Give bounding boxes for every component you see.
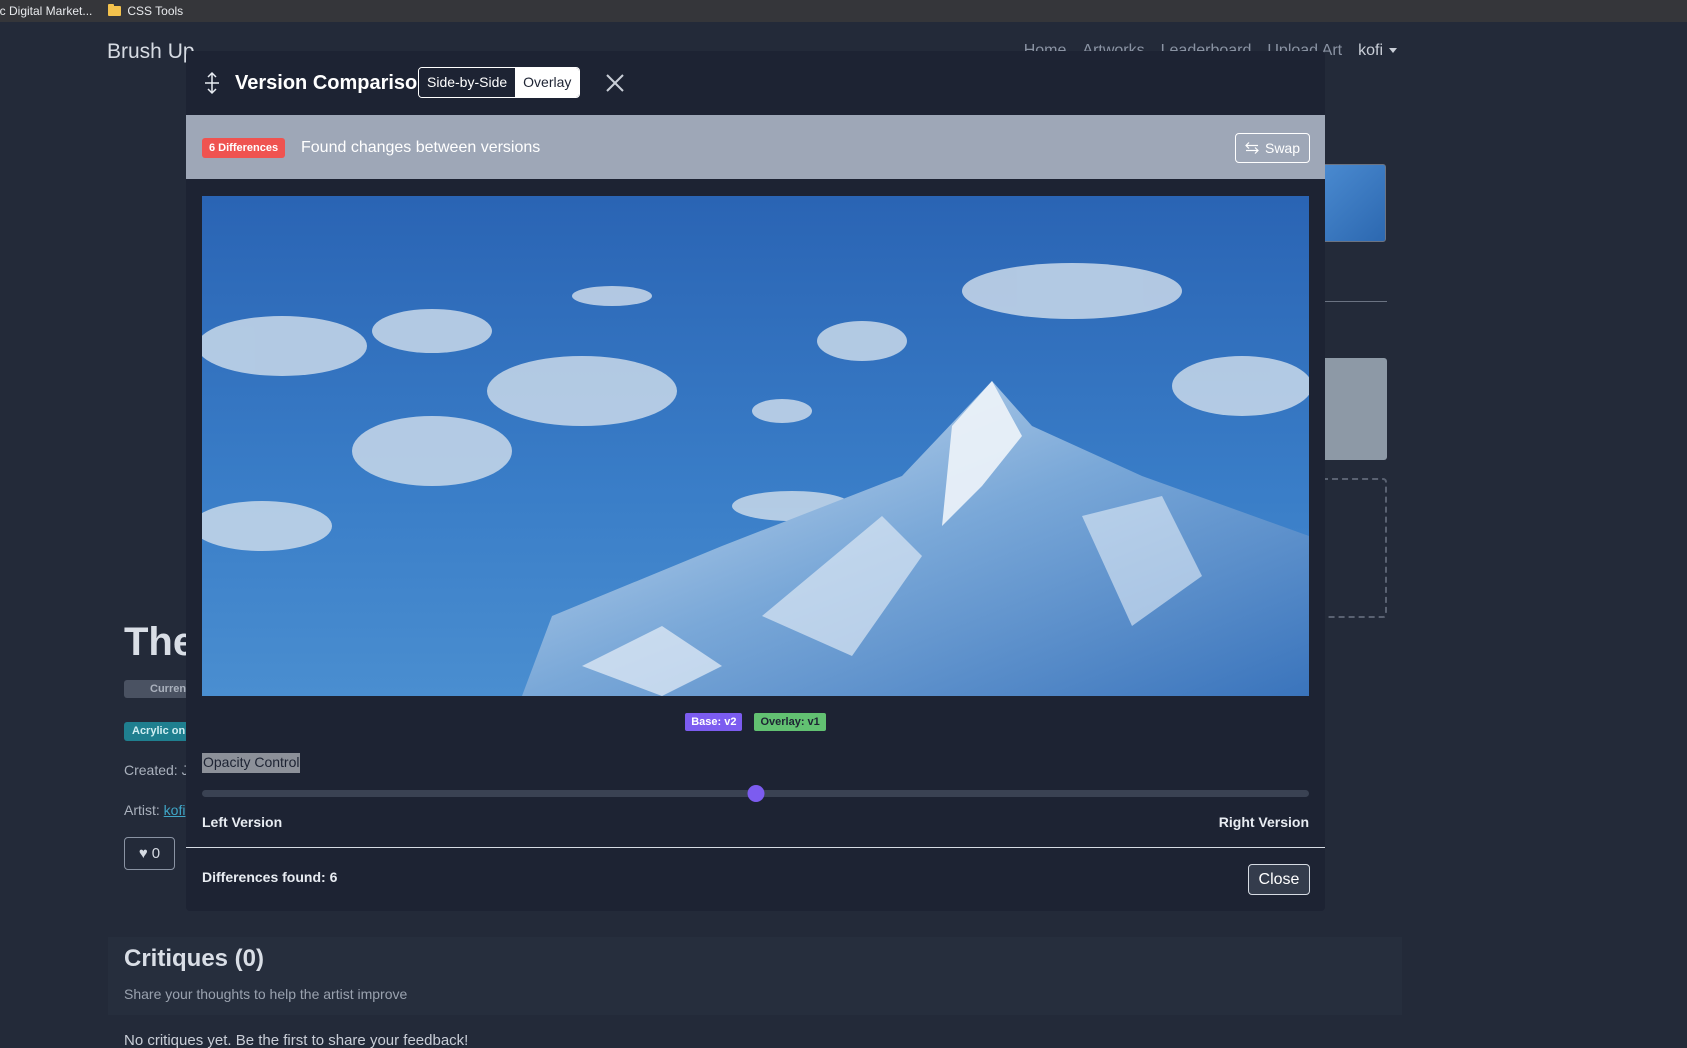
close-button[interactable]: Close	[1248, 864, 1310, 895]
base-version-badge: Base: v2	[685, 713, 743, 731]
info-text: Found changes between versions	[301, 139, 541, 156]
bookmark-item[interactable]: ic Digital Market...	[0, 4, 92, 18]
swap-label: Swap	[1264, 140, 1301, 156]
version-labels: Base: v2 Overlay: v1	[186, 713, 1325, 731]
overlay-button[interactable]: Overlay	[515, 68, 580, 97]
bookmark-label: ic Digital Market...	[0, 4, 93, 18]
critiques-subtitle: Share your thoughts to help the artist i…	[124, 986, 408, 1002]
close-icon[interactable]	[604, 72, 626, 94]
critiques-section: Critiques (0) Share your thoughts to hel…	[108, 937, 1402, 1015]
modal-header: Version Comparison Side-by-Side Overlay	[186, 51, 1325, 115]
opacity-control-label: Opacity Control	[202, 753, 301, 773]
modal-footer: Differences found: 6 Close	[186, 847, 1325, 911]
like-button[interactable]: ♥ 0	[124, 837, 175, 870]
artwork-title: The	[124, 620, 196, 664]
folder-icon	[108, 4, 122, 16]
opacity-slider[interactable]	[202, 785, 1309, 802]
brand-logo[interactable]: Brush Up	[107, 40, 195, 64]
user-menu[interactable]: kofi	[1358, 42, 1397, 60]
upload-dropzone[interactable]	[1322, 478, 1387, 618]
view-mode-toggle: Side-by-Side Overlay	[418, 67, 581, 98]
artist-label: Artist:	[124, 802, 164, 818]
version-comparison-modal: Version Comparison Side-by-Side Overlay …	[186, 51, 1325, 911]
swap-icon	[1245, 142, 1259, 154]
side-by-side-button[interactable]: Side-by-Side	[419, 68, 516, 97]
modal-title: Version Comparison	[235, 72, 430, 94]
bookmark-folder[interactable]: CSS Tools	[108, 4, 183, 18]
overlay-version-badge: Overlay: v1	[754, 713, 826, 731]
user-name: kofi	[1358, 42, 1383, 59]
right-version-label: Right Version	[1218, 814, 1309, 830]
bookmarks-bar: ic Digital Market... CSS Tools	[0, 0, 1687, 22]
artist-link[interactable]: kofi	[164, 802, 186, 818]
caret-down-icon	[1389, 48, 1397, 54]
differences-found-text: Differences found: 6	[202, 869, 338, 885]
side-panel-block	[1322, 358, 1387, 460]
bookmark-label: CSS Tools	[127, 4, 184, 18]
heart-icon: ♥	[138, 845, 148, 862]
like-count: 0	[151, 845, 161, 862]
no-critiques-text: No critiques yet. Be the first to share …	[124, 1032, 469, 1048]
current-badge: Curren	[124, 680, 194, 698]
version-thumbnail[interactable]	[1322, 164, 1386, 242]
slider-thumb[interactable]	[747, 785, 764, 802]
artwork-comparison-image	[202, 196, 1309, 696]
left-version-label: Left Version	[202, 814, 283, 830]
differences-badge: 6 Differences	[202, 138, 286, 158]
artist-line: Artist: kofi	[124, 802, 185, 818]
medium-badge: Acrylic on	[124, 722, 194, 741]
divider	[1322, 301, 1387, 302]
differences-info-bar: 6 Differences Found changes between vers…	[186, 115, 1325, 179]
created-date: Created: J	[124, 762, 189, 778]
critiques-title: Critiques (0)	[124, 945, 265, 972]
vertical-arrows-icon	[205, 71, 219, 95]
swap-button[interactable]: Swap	[1235, 133, 1310, 163]
